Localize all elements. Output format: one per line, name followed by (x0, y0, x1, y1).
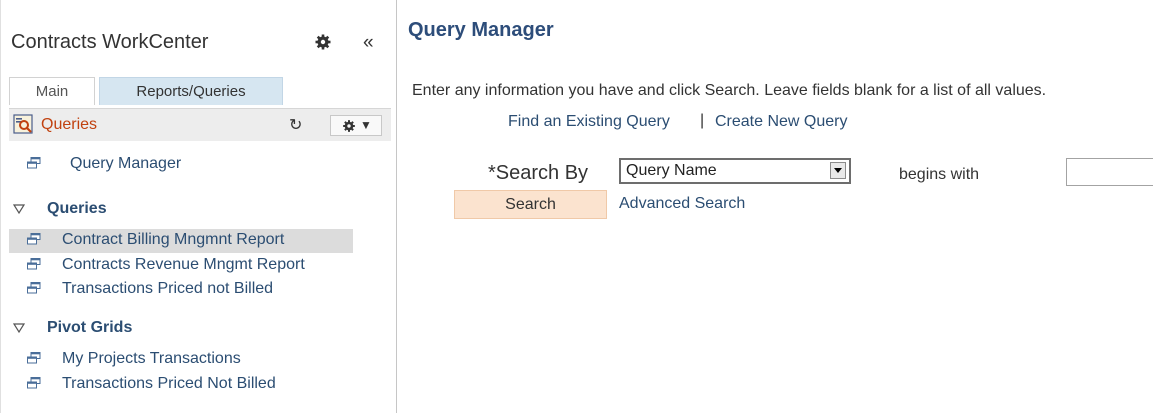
sidebar-item-label: Transactions Priced not Billed (62, 280, 274, 297)
operator-label: begins with (899, 166, 980, 183)
refresh-icon[interactable]: ↻ (289, 115, 302, 135)
sidebar-item-label: Contract Billing Mngmnt Report (62, 231, 285, 248)
window-link-icon (27, 352, 41, 364)
search-by-label: *Search By (488, 162, 589, 184)
sidebar-item-label: Query Manager (70, 155, 182, 172)
query-icon (13, 114, 33, 134)
sidebar-item-transactions-priced-not-billed[interactable]: Transactions Priced not Billed (9, 278, 353, 302)
window-link-icon (27, 258, 41, 270)
gear-icon[interactable] (314, 33, 332, 51)
triangle-down-icon (13, 323, 25, 334)
sidebar-item-transactions-priced-not-billed-grid[interactable]: Transactions Priced Not Billed (9, 373, 353, 397)
pagelet-title: Queries (41, 116, 98, 133)
create-new-query-link[interactable]: Create New Query (715, 113, 848, 131)
search-button[interactable]: Search (454, 190, 607, 219)
sidebar-item-label: Transactions Priced Not Billed (62, 375, 276, 392)
section-pivot-grids[interactable]: Pivot Grids (9, 318, 309, 340)
queries-pagelet-header: Queries ↻ ▼ (9, 108, 391, 141)
section-label: Pivot Grids (47, 319, 133, 336)
window-link-icon (27, 282, 41, 294)
search-value-input[interactable] (1066, 158, 1153, 186)
instructions-text: Enter any information you have and click… (412, 82, 1047, 99)
page-title: Query Manager (408, 19, 554, 41)
link-separator: | (700, 112, 705, 129)
tab-reports-queries[interactable]: Reports/Queries (99, 77, 283, 105)
section-queries[interactable]: Queries (9, 199, 309, 221)
workcenter-title: Contracts WorkCenter (11, 31, 209, 53)
pagelet-options-button[interactable]: ▼ (330, 115, 382, 136)
sidebar-item-query-manager[interactable]: Query Manager (9, 153, 353, 177)
window-link-icon (27, 377, 41, 389)
sidebar-item-my-projects-transactions[interactable]: My Projects Transactions (9, 348, 353, 372)
advanced-search-link[interactable]: Advanced Search (619, 195, 745, 213)
triangle-down-icon (13, 204, 25, 215)
search-by-select[interactable]: Query Name (619, 158, 851, 184)
gear-icon (343, 120, 355, 132)
sidebar-item-contracts-revenue[interactable]: Contracts Revenue Mngmt Report (9, 254, 353, 278)
chevron-down-icon: ▼ (360, 118, 372, 132)
section-label: Queries (47, 200, 107, 217)
double-chevron-left-icon[interactable]: « (363, 32, 374, 54)
window-link-icon (27, 157, 41, 169)
tab-main[interactable]: Main (9, 77, 95, 105)
sidebar-item-label: My Projects Transactions (62, 350, 241, 367)
find-existing-query-link[interactable]: Find an Existing Query (508, 113, 670, 131)
dropdown-arrow-icon[interactable] (830, 162, 846, 179)
query-manager-panel: Query Manager Enter any information you … (397, 0, 1153, 413)
window-link-icon (27, 233, 41, 245)
search-by-value: Query Name (626, 162, 717, 179)
sidebar-item-label: Contracts Revenue Mngmt Report (62, 256, 305, 273)
workcenter-sidebar: Contracts WorkCenter « Main Reports/Quer… (0, 0, 397, 413)
sidebar-tabs: Main Reports/Queries (9, 77, 399, 105)
sidebar-item-contract-billing[interactable]: Contract Billing Mngmnt Report (9, 229, 353, 253)
